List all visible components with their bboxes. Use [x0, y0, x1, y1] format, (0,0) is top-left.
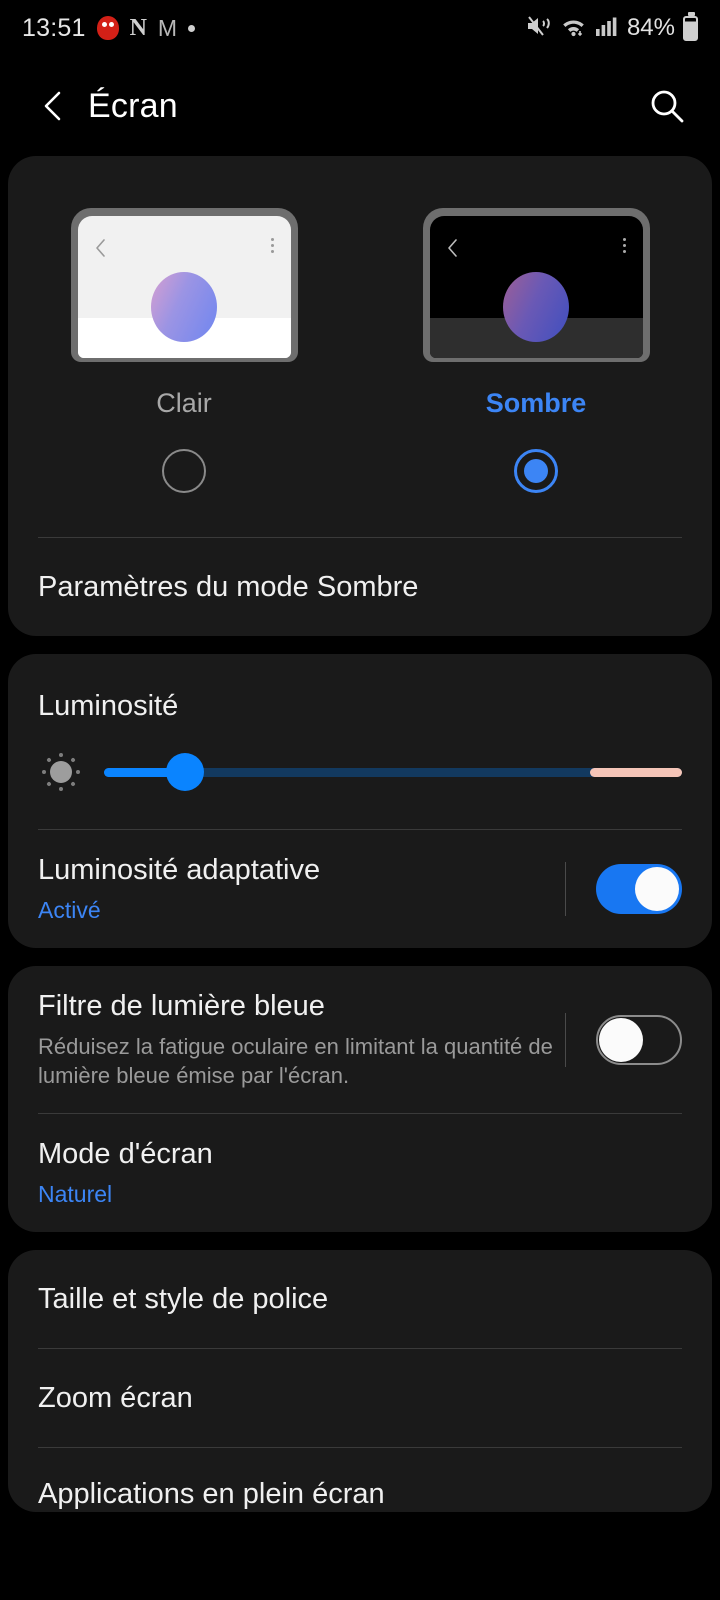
- blue-light-filter-item[interactable]: Filtre de lumière bleue Réduisez la fati…: [8, 966, 712, 1113]
- separator-line: [565, 862, 566, 917]
- preview-back-chevron-icon: [94, 238, 108, 263]
- blue-light-card: Filtre de lumière bleue Réduisez la fati…: [8, 966, 712, 1233]
- brightness-slider[interactable]: [104, 753, 682, 791]
- separator-line: [565, 1012, 566, 1067]
- brightness-slider-row[interactable]: [8, 723, 712, 829]
- dark-mode-settings-label: Paramètres du mode Sombre: [38, 570, 419, 603]
- theme-option-clair[interactable]: Clair: [8, 208, 360, 493]
- app-red-icon: [96, 16, 119, 40]
- screen-mode-label: Mode d'écran: [38, 1137, 213, 1170]
- preview-overflow-menu-icon: [270, 238, 274, 253]
- dark-mode-settings-item[interactable]: Paramètres du mode Sombre: [8, 538, 712, 636]
- preview-back-chevron-icon: [446, 238, 460, 263]
- screen-mode-item[interactable]: Mode d'écran Naturel: [8, 1114, 712, 1232]
- adaptive-brightness-label: Luminosité adaptative: [38, 854, 321, 886]
- mute-vibrate-icon: [526, 14, 552, 43]
- theme-preview-light[interactable]: [70, 208, 298, 362]
- slider-thumb[interactable]: [165, 753, 204, 791]
- adaptive-brightness-toggle[interactable]: [596, 864, 682, 915]
- status-bar-left: 13:51 N M: [22, 13, 196, 43]
- gmail-m-icon: M: [157, 14, 178, 41]
- theme-radio-clair[interactable]: [162, 449, 206, 493]
- blue-light-filter-toggle[interactable]: [596, 1014, 682, 1065]
- status-bar: 13:51 N M 84%: [0, 0, 720, 56]
- theme-label-clair: Clair: [156, 388, 212, 418]
- theme-options-row: Clair Sombre: [8, 156, 712, 493]
- adaptive-brightness-status: Activé: [38, 897, 101, 924]
- slider-warm-zone: [589, 767, 682, 777]
- theme-radio-sombre[interactable]: [514, 449, 558, 493]
- theme-preview-dark[interactable]: [422, 208, 650, 362]
- page-title: Écran: [88, 86, 178, 125]
- preview-wallpaper-circle: [503, 272, 569, 342]
- preview-wallpaper-circle: [151, 272, 217, 342]
- search-icon[interactable]: [644, 83, 690, 129]
- font-size-style-label: Taille et style de police: [38, 1283, 329, 1316]
- back-chevron-icon[interactable]: [30, 83, 76, 129]
- app-header: Écran: [0, 56, 720, 156]
- fullscreen-apps-item[interactable]: Applications en plein écran: [8, 1448, 712, 1512]
- brightness-card: Luminosité Luminosité adaptative Activé: [8, 654, 712, 949]
- status-bar-clock: 13:51: [22, 13, 86, 42]
- theme-card: Clair Sombre Paramètres du mode Sombre: [8, 156, 712, 636]
- wifi-icon: [560, 14, 587, 43]
- preview-overflow-menu-icon: [622, 238, 626, 253]
- brightness-sun-icon: [38, 749, 84, 795]
- battery-icon: [683, 11, 698, 41]
- blue-light-filter-label: Filtre de lumière bleue: [38, 990, 325, 1023]
- status-bar-right: 84%: [526, 11, 698, 43]
- netflix-n-icon: N: [129, 15, 147, 41]
- adaptive-brightness-item[interactable]: Luminosité adaptative Activé: [8, 830, 712, 948]
- brightness-title: Luminosité: [38, 690, 179, 722]
- blue-light-filter-description: Réduisez la fatigue oculaire en limitant…: [38, 1033, 553, 1089]
- fullscreen-apps-label: Applications en plein écran: [38, 1478, 385, 1511]
- theme-option-sombre[interactable]: Sombre: [360, 208, 712, 493]
- font-size-style-item[interactable]: Taille et style de police: [8, 1250, 712, 1348]
- cellular-signal-icon: [595, 14, 619, 43]
- screen-zoom-item[interactable]: Zoom écran: [8, 1349, 712, 1447]
- screen-zoom-label: Zoom écran: [38, 1382, 193, 1415]
- screen-mode-value: Naturel: [38, 1181, 113, 1208]
- font-and-zoom-card: Taille et style de police Zoom écran App…: [8, 1250, 712, 1513]
- battery-percent-label: 84%: [626, 14, 675, 41]
- theme-label-sombre: Sombre: [485, 388, 587, 418]
- dot-icon: [188, 24, 196, 32]
